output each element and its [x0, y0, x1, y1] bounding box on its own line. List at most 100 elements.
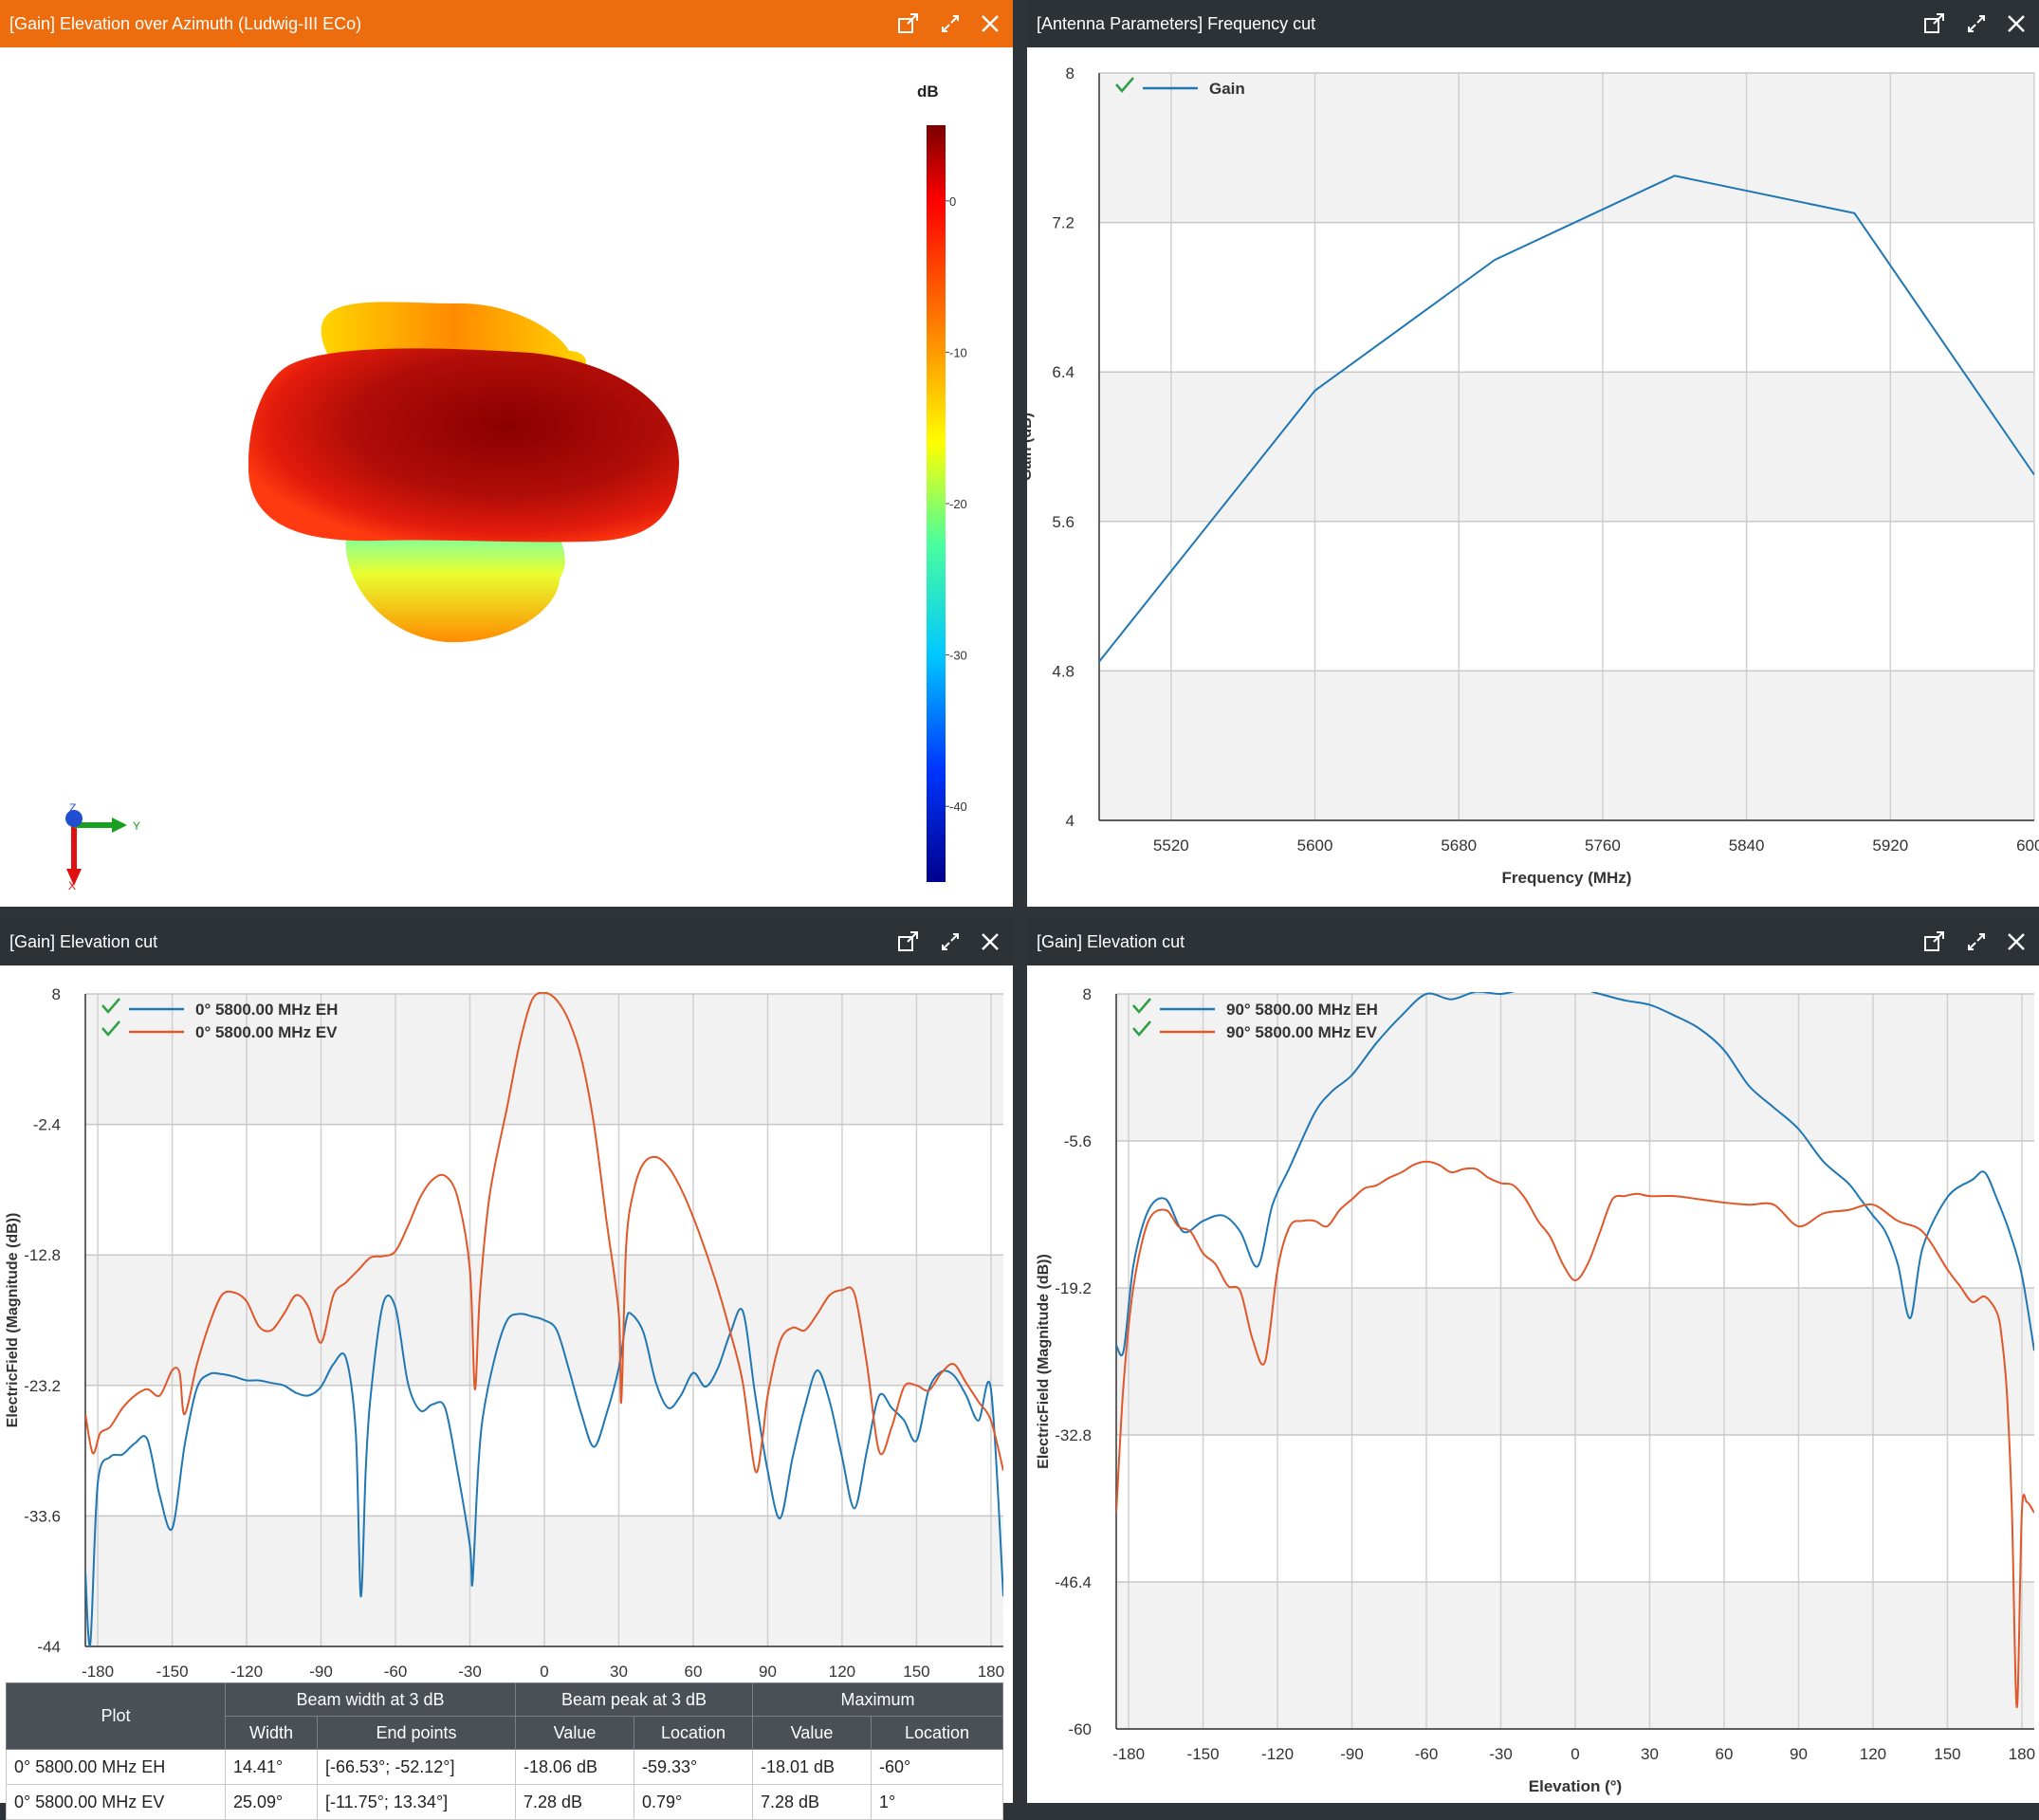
y-tick-label: 8 [52, 985, 61, 1003]
x-tick-label: -60 [1415, 1745, 1439, 1763]
beam-results-table: Plot Beam width at 3 dB Beam peak at 3 d… [6, 1682, 1003, 1820]
y-tick-label: -44 [37, 1638, 61, 1656]
table-row[interactable]: 0° 5800.00 MHz EH 14.41° [-66.53°; -52.1… [6, 1749, 1003, 1785]
x-axis-title: Frequency (MHz) [1502, 869, 1632, 887]
elevation-chart-0: -180 -150 -120 -90 -60 -30 0 30 60 90 120 150 180 -44… [5, 985, 1004, 1713]
col-plot[interactable]: Plot [6, 1682, 226, 1750]
x-tick-label: 30 [610, 1663, 628, 1681]
axis-triad: Z Y X [65, 801, 140, 892]
y-axis-title: ElectricField (Magnitude (dB)) [5, 1213, 21, 1428]
x-tick-label: -180 [82, 1663, 114, 1681]
y-tick-label: 4 [1066, 812, 1075, 830]
x-tick-label: 5520 [1153, 836, 1189, 855]
chart-area[interactable]: -180 -150 -120 -90 -60 -30 0 30 60 90 120 150 180 -60… [1027, 965, 2039, 1803]
plot-band [1099, 671, 2034, 820]
x-tick-label: -30 [1489, 1745, 1513, 1763]
x-tick-label: 90 [1790, 1745, 1808, 1763]
table-row[interactable]: 0° 5800.00 MHz EV 25.09° [-11.75°; 13.34… [6, 1784, 1003, 1820]
panel-title: [Gain] Elevation cut [1037, 931, 1185, 951]
elevation-chart-90: -180 -150 -120 -90 -60 -30 0 30 60 90 120 150 180 -60… [1036, 985, 2035, 1795]
x-tick-label: 30 [1641, 1745, 1659, 1763]
col-max-value[interactable]: Value [752, 1716, 872, 1750]
x-tick-label: -180 [1112, 1745, 1145, 1763]
panel-3d-pattern: [Gain] Elevation over Azimuth (Ludwig-II… [0, 0, 1013, 907]
colorbar-tick-label: -30 [949, 649, 967, 663]
y-tick-label: 8 [1083, 985, 1092, 1003]
close-icon[interactable] [981, 14, 1000, 33]
chart-area[interactable]: -180 -150 -120 -90 -60 -30 0 30 60 90 120 150 180 -44… [0, 965, 1013, 1803]
x-tick-label: -120 [230, 1663, 263, 1681]
3d-viewport[interactable]: dB 0 -10 -20 -30 -40 Z Y X [0, 47, 1013, 907]
x-tick-label: 5840 [1729, 836, 1765, 855]
legend-label: 0° 5800.00 MHz EH [195, 1001, 338, 1019]
popout-icon[interactable] [897, 931, 920, 952]
x-tick-label: 150 [1934, 1745, 1960, 1763]
x-tick-label: 0 [540, 1663, 548, 1681]
x-tick-label: 5680 [1441, 836, 1477, 855]
col-peak-location[interactable]: Location [634, 1716, 753, 1750]
legend-label: 90° 5800.00 MHz EV [1226, 1023, 1378, 1041]
col-beam-width[interactable]: Beam width at 3 dB [225, 1682, 516, 1717]
x-tick-label: 180 [2009, 1745, 2035, 1763]
y-tick-label: -12.8 [24, 1246, 61, 1264]
y-tick-label: -60 [1068, 1720, 1092, 1738]
col-beam-peak[interactable]: Beam peak at 3 dB [515, 1682, 753, 1717]
x-tick-label: 6000 [2016, 836, 2039, 855]
x-tick-label: 5760 [1585, 836, 1621, 855]
x-tick-label: 120 [829, 1663, 855, 1681]
x-tick-label: 0 [1571, 1745, 1579, 1763]
panel-title: [Antenna Parameters] Frequency cut [1037, 13, 1316, 33]
y-tick-label: -33.6 [24, 1507, 61, 1525]
close-icon[interactable] [2007, 932, 2026, 951]
expand-icon[interactable] [941, 14, 960, 33]
expand-icon[interactable] [941, 932, 960, 951]
panel-frequency-cut: [Antenna Parameters] Frequency cut 5520 5… [1027, 0, 2039, 907]
x-tick-label: 150 [903, 1663, 929, 1681]
col-width[interactable]: Width [225, 1716, 318, 1750]
expand-icon[interactable] [1967, 14, 1986, 33]
3d-pattern-render: dB 0 -10 -20 -30 -40 Z Y X [65, 83, 967, 892]
panel-elevation-cut-0: [Gain] Elevation cut -180 -150 -120 -90 -60-… [0, 918, 1013, 1803]
colorbar-ticks: 0 -10 -20 -30 -40 [946, 194, 967, 814]
y-tick-label: -23.2 [24, 1377, 61, 1395]
panel-titlebar[interactable]: [Gain] Elevation cut [1027, 918, 2039, 965]
expand-icon[interactable] [1967, 932, 1986, 951]
col-max-location[interactable]: Location [871, 1716, 1003, 1750]
panel-titlebar[interactable]: [Gain] Elevation cut [0, 918, 1013, 965]
x-tick-label: 120 [1860, 1745, 1886, 1763]
x-tick-label: 5600 [1297, 836, 1333, 855]
y-tick-label: -5.6 [1064, 1132, 1092, 1150]
x-tick-label: -120 [1261, 1745, 1294, 1763]
legend-label: 90° 5800.00 MHz EH [1226, 1001, 1378, 1019]
x-tick-label: 180 [978, 1663, 1004, 1681]
col-maximum[interactable]: Maximum [752, 1682, 1003, 1717]
x-tick-label: -150 [1187, 1745, 1220, 1763]
y-axis-title: ElectricField (Magnitude (dB)) [1036, 1254, 1052, 1469]
popout-icon[interactable] [1923, 931, 1946, 952]
legend-label: Gain [1209, 80, 1245, 98]
frequency-chart: 5520 5600 5680 5760 5840 5920 6000 4 4.8 5.6 6.4 7.… [1027, 64, 2039, 887]
panel-titlebar[interactable]: [Gain] Elevation over Azimuth (Ludwig-II… [0, 0, 1013, 47]
popout-icon[interactable] [897, 13, 920, 34]
colorbar-tick-label: -20 [949, 497, 967, 511]
pattern-lobe-main [248, 348, 680, 542]
svg-text:X: X [68, 879, 76, 892]
col-end-points[interactable]: End points [317, 1716, 516, 1750]
close-icon[interactable] [981, 932, 1000, 951]
x-tick-label: 60 [1716, 1745, 1734, 1763]
y-tick-label: 6.4 [1052, 363, 1075, 381]
y-tick-label: 5.6 [1052, 513, 1075, 531]
popout-icon[interactable] [1923, 13, 1946, 34]
close-icon[interactable] [2007, 14, 2026, 33]
y-tick-label: -32.8 [1055, 1426, 1092, 1444]
y-tick-label: -2.4 [33, 1116, 61, 1134]
svg-text:Z: Z [69, 801, 76, 815]
col-peak-value[interactable]: Value [515, 1716, 634, 1750]
panel-elevation-cut-90: [Gain] Elevation cut -180 -150 -120 -90 -60-… [1027, 918, 2039, 1803]
panel-titlebar[interactable]: [Antenna Parameters] Frequency cut [1027, 0, 2039, 47]
x-tick-label: 90 [759, 1663, 777, 1681]
y-tick-label: 4.8 [1052, 662, 1075, 680]
y-tick-label: 8 [1066, 64, 1075, 83]
colorbar [927, 125, 946, 882]
chart-area[interactable]: 5520 5600 5680 5760 5840 5920 6000 4 4.8 5.6 6.4 7.… [1027, 47, 2039, 907]
